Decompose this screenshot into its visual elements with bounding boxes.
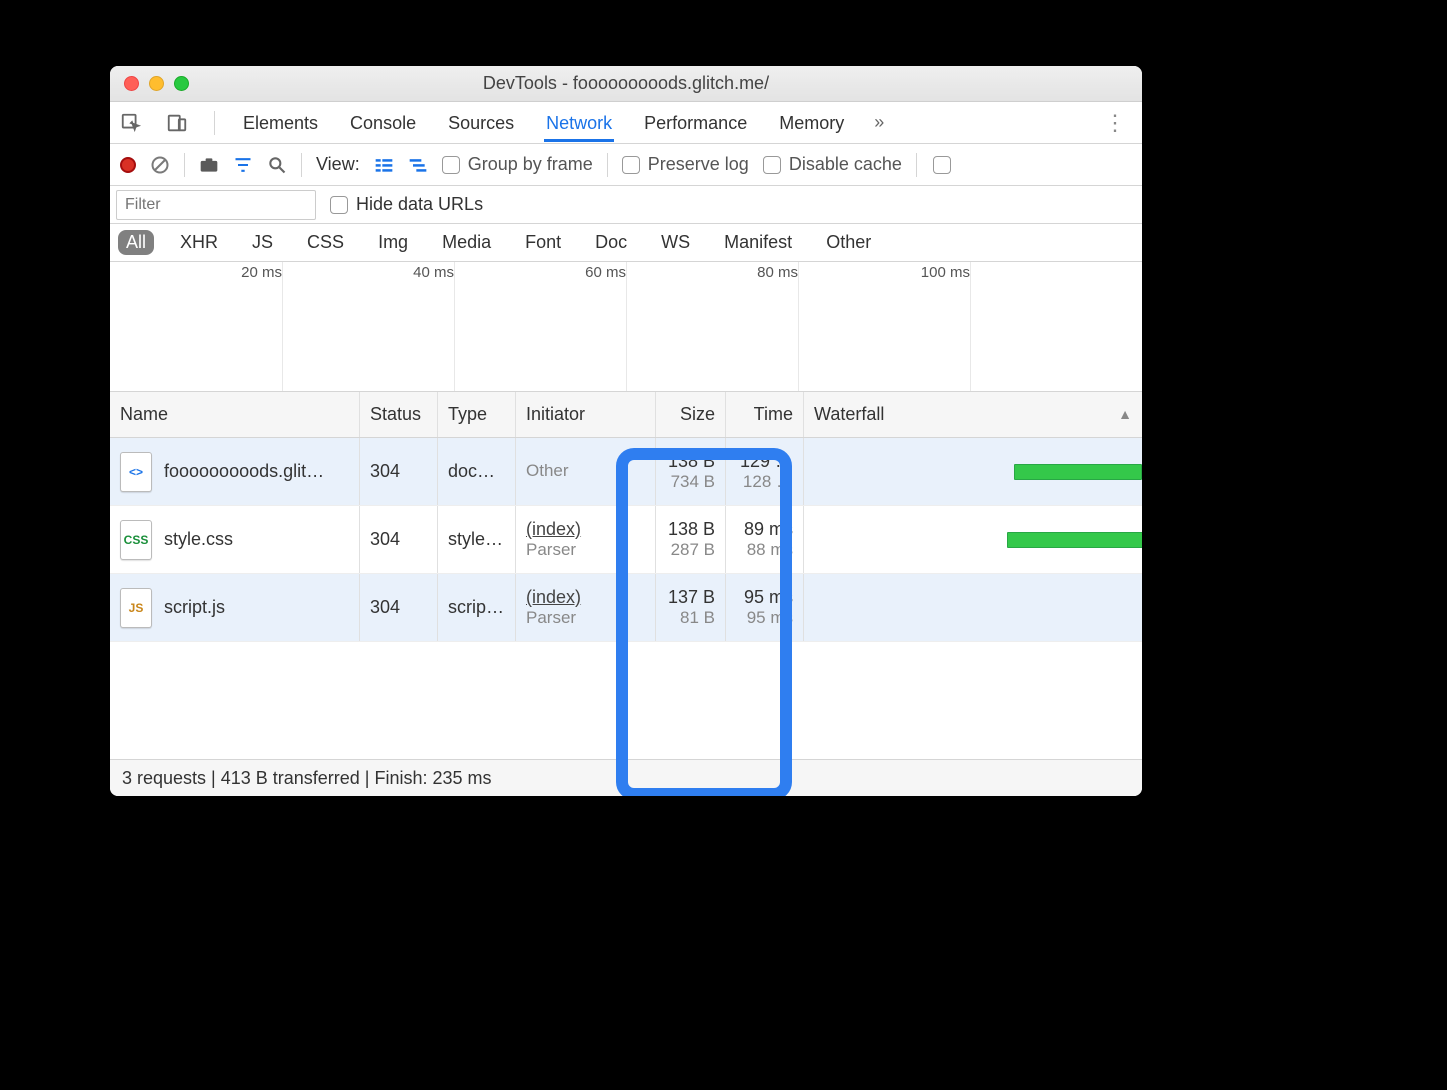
close-window-button[interactable] (124, 76, 139, 91)
timeline-tick: 100 ms (921, 264, 970, 281)
time-latency: 128 … (743, 472, 793, 492)
status-code: 304 (370, 597, 427, 618)
request-name: fooooooooods.glit… (164, 461, 324, 482)
large-rows-icon[interactable] (374, 157, 394, 173)
initiator-detail: Parser (526, 540, 645, 560)
timeline-tick: 60 ms (585, 264, 626, 281)
col-status[interactable]: Status (360, 392, 438, 437)
view-label: View: (316, 154, 360, 175)
status-code: 304 (370, 529, 427, 550)
size-transferred: 138 B (668, 519, 715, 540)
size-resource: 81 B (680, 608, 715, 628)
group-by-frame-checkbox[interactable]: Group by frame (442, 154, 593, 175)
time-total: 95 ms (744, 587, 793, 608)
waterfall-bar (1007, 532, 1142, 548)
clear-icon[interactable] (150, 155, 170, 175)
panel-tabs: Elements Console Sources Network Perform… (110, 102, 1142, 144)
col-name[interactable]: Name (110, 392, 360, 437)
table-row[interactable]: JS script.js 304 scrip… (index) Parser 1… (110, 574, 1142, 642)
divider (214, 111, 215, 135)
table-row[interactable]: <> fooooooooods.glit… 304 doc… Other 138… (110, 438, 1142, 506)
col-waterfall[interactable]: Waterfall ▲ (804, 392, 1142, 437)
filter-input[interactable] (116, 190, 316, 220)
timeline-tick: 20 ms (241, 264, 282, 281)
window-controls (124, 76, 189, 91)
type-filters: All XHR JS CSS Img Media Font Doc WS Manifest Othe… (110, 224, 1142, 262)
type-filter-font[interactable]: Font (517, 230, 569, 255)
initiator-detail: Parser (526, 608, 645, 628)
record-button[interactable] (120, 157, 136, 173)
requests-table: Name Status Type Initiator Size Time Wat… (110, 392, 1142, 760)
mime-type: style… (448, 529, 505, 550)
timeline-tick: 80 ms (757, 264, 798, 281)
tabs-list: Elements Console Sources Network Perform… (241, 103, 1074, 142)
table-header: Name Status Type Initiator Size Time Wat… (110, 392, 1142, 438)
type-filter-ws[interactable]: WS (653, 230, 698, 255)
tab-console[interactable]: Console (348, 103, 418, 142)
devtools-window: DevTools - fooooooooods.glitch.me/ Eleme… (110, 66, 1142, 796)
mime-type: scrip… (448, 597, 505, 618)
request-name: style.css (164, 529, 233, 550)
type-filter-xhr[interactable]: XHR (172, 230, 226, 255)
col-time[interactable]: Time (726, 392, 804, 437)
time-latency: 95 ms (747, 608, 793, 628)
initiator-link[interactable]: (index) (526, 519, 645, 540)
type-filter-css[interactable]: CSS (299, 230, 352, 255)
minimize-window-button[interactable] (149, 76, 164, 91)
size-resource: 734 B (671, 472, 715, 492)
status-code: 304 (370, 461, 427, 482)
disable-cache-checkbox[interactable]: Disable cache (763, 154, 902, 175)
col-initiator[interactable]: Initiator (516, 392, 656, 437)
waterfall-bar (1014, 464, 1142, 480)
type-filter-img[interactable]: Img (370, 230, 416, 255)
file-js-icon: JS (120, 588, 152, 628)
type-filter-media[interactable]: Media (434, 230, 499, 255)
tab-elements[interactable]: Elements (241, 103, 320, 142)
inspect-element-icon[interactable] (120, 112, 142, 134)
offline-checkbox-partial[interactable] (933, 156, 951, 174)
titlebar: DevTools - fooooooooods.glitch.me/ (110, 66, 1142, 102)
tab-sources[interactable]: Sources (446, 103, 516, 142)
toggle-device-icon[interactable] (166, 112, 188, 134)
filter-bar: Hide data URLs (110, 186, 1142, 224)
initiator-text: Other (526, 461, 645, 481)
time-total: 89 ms (744, 519, 793, 540)
table-row[interactable]: CSS style.css 304 style… (index) Parser … (110, 506, 1142, 574)
size-resource: 287 B (671, 540, 715, 560)
timeline-overview[interactable]: 20 ms 40 ms 60 ms 80 ms 100 ms (110, 262, 1142, 392)
more-tabs-button[interactable]: » (874, 112, 884, 133)
filter-toggle-icon[interactable] (233, 155, 253, 175)
type-filter-manifest[interactable]: Manifest (716, 230, 800, 255)
initiator-link[interactable]: (index) (526, 587, 645, 608)
size-transferred: 137 B (668, 587, 715, 608)
size-transferred: 138 B (668, 451, 715, 472)
capture-screenshots-icon[interactable] (199, 156, 219, 174)
network-toolbar: View: Group by frame Preserve log Disabl… (110, 144, 1142, 186)
sort-indicator-icon: ▲ (1118, 406, 1132, 422)
request-name: script.js (164, 597, 225, 618)
tab-network[interactable]: Network (544, 103, 614, 142)
mime-type: doc… (448, 461, 505, 482)
waterfall-view-icon[interactable] (408, 157, 428, 173)
col-type[interactable]: Type (438, 392, 516, 437)
type-filter-doc[interactable]: Doc (587, 230, 635, 255)
settings-menu-button[interactable]: ⋮ (1098, 110, 1132, 136)
tab-performance[interactable]: Performance (642, 103, 749, 142)
window-title: DevTools - fooooooooods.glitch.me/ (110, 73, 1142, 94)
preserve-log-checkbox[interactable]: Preserve log (622, 154, 749, 175)
search-icon[interactable] (267, 155, 287, 175)
col-size[interactable]: Size (656, 392, 726, 437)
hide-data-urls-checkbox[interactable]: Hide data URLs (330, 194, 483, 215)
time-total: 129 … (740, 451, 793, 472)
file-doc-icon: <> (120, 452, 152, 492)
type-filter-js[interactable]: JS (244, 230, 281, 255)
zoom-window-button[interactable] (174, 76, 189, 91)
timeline-tick: 40 ms (413, 264, 454, 281)
time-latency: 88 ms (747, 540, 793, 560)
status-summary: 3 requests | 413 B transferred | Finish:… (110, 760, 1142, 796)
type-filter-all[interactable]: All (118, 230, 154, 255)
tab-memory[interactable]: Memory (777, 103, 846, 142)
file-css-icon: CSS (120, 520, 152, 560)
type-filter-other[interactable]: Other (818, 230, 879, 255)
